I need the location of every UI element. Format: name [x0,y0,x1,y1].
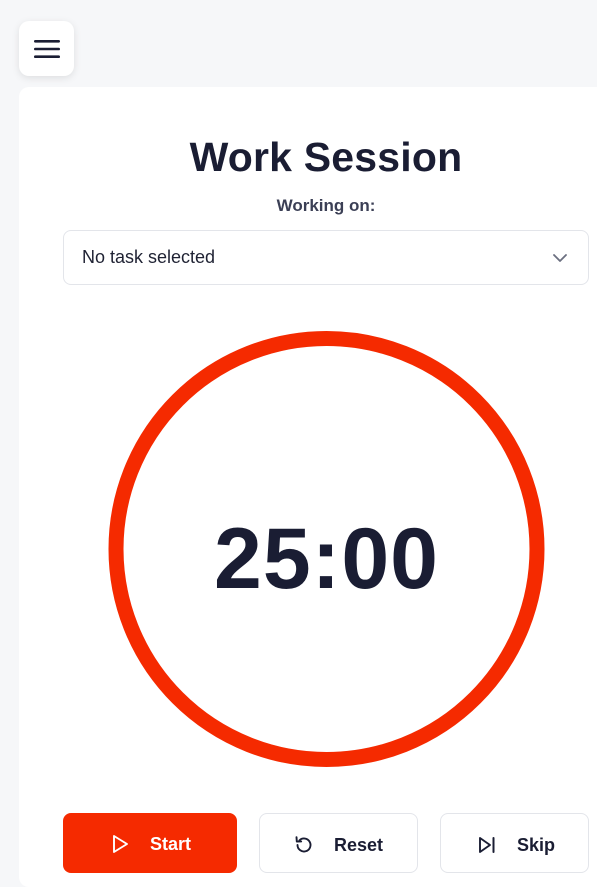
reset-button[interactable]: Reset [259,813,418,873]
skip-next-icon [479,837,495,853]
reset-icon [295,836,312,853]
start-button-label: Start [150,834,192,854]
skip-button[interactable]: Skip [440,813,589,873]
timer-display: 25:00 [214,511,439,607]
play-icon [113,835,128,853]
hamburger-menu-icon [33,39,60,58]
chevron-down-icon [553,254,567,262]
start-button[interactable]: Start [63,813,237,873]
reset-button-label: Reset [334,835,384,855]
skip-button-label: Skip [517,835,556,855]
task-select-value: No task selected [82,247,216,267]
page-title: Work Session [189,134,463,180]
task-select[interactable]: No task selected [63,230,589,285]
working-on-label: Working on: [276,196,376,215]
menu-button[interactable] [19,21,74,76]
